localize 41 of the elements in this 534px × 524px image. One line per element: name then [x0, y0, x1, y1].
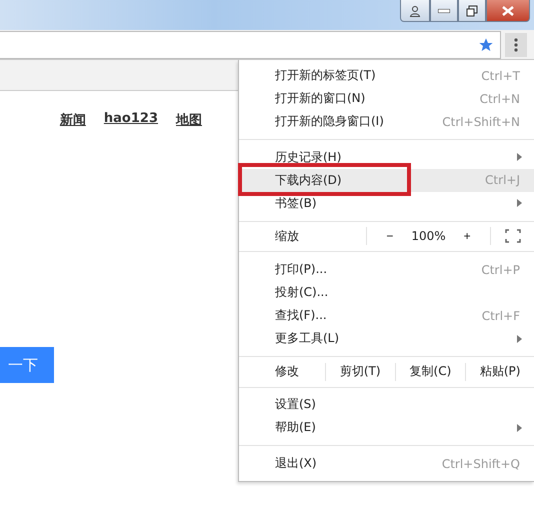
menu-item[interactable]: 退出(X) Ctrl+Shift+Q [239, 452, 534, 476]
menu-item[interactable]: 下载内容(D) Ctrl+J [239, 168, 534, 192]
restore-button[interactable] [458, 0, 486, 22]
nav-link[interactable]: 地图 [176, 111, 202, 129]
submenu-arrow-icon [517, 334, 522, 343]
zoom-in-button[interactable]: + [464, 229, 471, 244]
menu-item[interactable]: 设置(S) [239, 393, 534, 416]
menu-item[interactable]: 打开新的窗口(N) Ctrl+N [239, 87, 534, 110]
menu-item[interactable]: 打开新的标签页(T) Ctrl+T [239, 64, 534, 87]
account-button[interactable] [400, 0, 430, 22]
minimize-icon [438, 8, 450, 12]
submenu-arrow-icon [517, 424, 522, 432]
search-button[interactable]: 一下 [0, 347, 54, 383]
menu-item[interactable]: 书签(B) [239, 192, 534, 215]
close-button[interactable] [486, 0, 530, 22]
menu-item[interactable]: 打开新的隐身窗口(I) Ctrl+Shift+N [239, 110, 534, 133]
menu-item[interactable]: 历史记录(H) [239, 146, 534, 169]
menu-item[interactable]: 打印(P)... Ctrl+P [239, 258, 534, 282]
dots-icon [514, 38, 518, 52]
submenu-arrow-icon [517, 153, 522, 162]
submenu-arrow-icon [517, 199, 522, 208]
edit-action[interactable]: 粘贴(P) [480, 363, 520, 380]
menu-item-label: 缩放 [275, 228, 299, 245]
zoom-out-button[interactable]: − [386, 229, 394, 244]
edit-action[interactable]: 剪切(T) [340, 363, 381, 380]
menu-item[interactable]: 投射(C)... [239, 281, 534, 304]
zoom-level: 100% [411, 229, 446, 244]
nav-link[interactable]: hao123 [104, 111, 158, 129]
minimize-button[interactable] [430, 0, 458, 22]
close-icon [502, 6, 514, 16]
menu-item[interactable]: 更多工具(L) [239, 327, 534, 350]
restore-icon [466, 4, 478, 16]
edit-action[interactable]: 复制(C) [410, 363, 452, 380]
menu-item[interactable]: 帮助(E) [239, 416, 534, 440]
menu-item[interactable]: 查找(F)... Ctrl+F [239, 304, 534, 328]
user-icon [409, 4, 421, 16]
menu-item-label: 修改 [275, 363, 299, 380]
fullscreen-icon[interactable] [504, 229, 520, 244]
star-icon[interactable] [478, 36, 494, 52]
menu-button[interactable] [505, 32, 527, 56]
nav-link[interactable]: 新闻 [60, 111, 86, 129]
